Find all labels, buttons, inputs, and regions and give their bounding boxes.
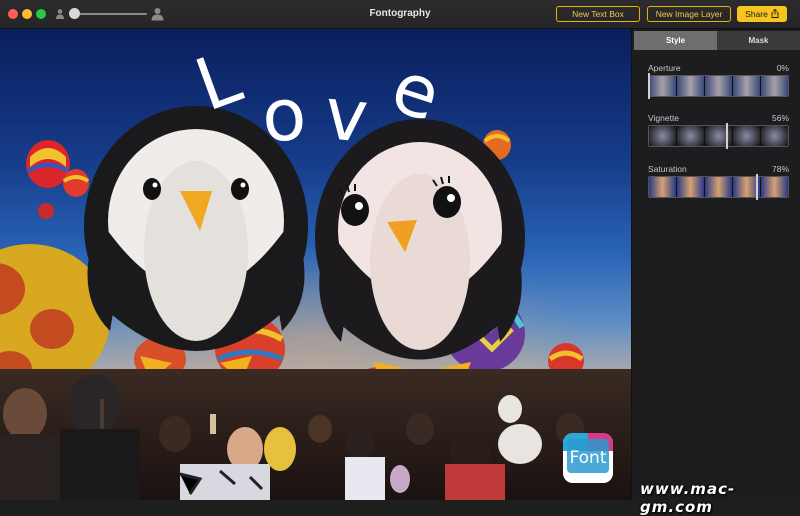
vignette-value: 56% [771, 113, 789, 123]
love-letter-v[interactable]: v [321, 71, 372, 159]
crowd-figures [0, 374, 584, 500]
aperture-label: Aperture [648, 63, 681, 73]
aperture-filmstrip[interactable] [648, 75, 789, 97]
vignette-filmstrip[interactable] [648, 125, 789, 147]
minimize-dot-icon[interactable] [22, 9, 32, 19]
share-button-label: Share [745, 9, 768, 19]
aperture-slider-marker[interactable] [648, 73, 650, 99]
app-window: Fontography New Text Box New Image Layer… [0, 0, 800, 516]
vignette-label: Vignette [648, 113, 680, 123]
size-slider-track[interactable] [70, 13, 147, 15]
size-slider-knob[interactable] [69, 8, 80, 19]
vignette-control: Vignette 56% [648, 113, 789, 153]
maximize-dot-icon[interactable] [36, 9, 46, 19]
person-small-icon [56, 9, 64, 19]
style-panel: Style Mask Aperture 0% Vignette 56% Satu… [631, 29, 800, 500]
saturation-label: Saturation [648, 164, 687, 174]
new-text-box-button[interactable]: New Text Box [556, 6, 640, 22]
title-bar: Fontography New Text Box New Image Layer… [0, 0, 800, 29]
panel-tabs: Style Mask [634, 31, 800, 50]
tab-mask[interactable]: Mask [717, 31, 800, 50]
tab-style[interactable]: Style [634, 31, 717, 50]
love-letter-o[interactable]: o [259, 72, 309, 159]
vignette-slider-marker[interactable] [726, 123, 728, 149]
watermark-text: www.mac-gm.com [640, 480, 736, 516]
close-dot-icon[interactable] [8, 9, 18, 19]
new-image-layer-button[interactable]: New Image Layer [647, 6, 731, 22]
font-logo-text: Font [569, 448, 607, 468]
photo-canvas[interactable]: L o v e Font [0, 29, 631, 500]
saturation-slider-marker[interactable] [756, 174, 758, 200]
window-title: Fontography [369, 8, 431, 19]
share-icon [771, 9, 779, 18]
saturation-control: Saturation 78% [648, 164, 789, 204]
aperture-control: Aperture 0% [648, 63, 789, 103]
aperture-value: 0% [776, 63, 789, 73]
person-large-icon [151, 8, 164, 21]
share-button[interactable]: Share [737, 6, 787, 22]
saturation-filmstrip[interactable] [648, 176, 789, 198]
font-app-logo: Font [563, 433, 613, 483]
saturation-value: 78% [771, 164, 789, 174]
